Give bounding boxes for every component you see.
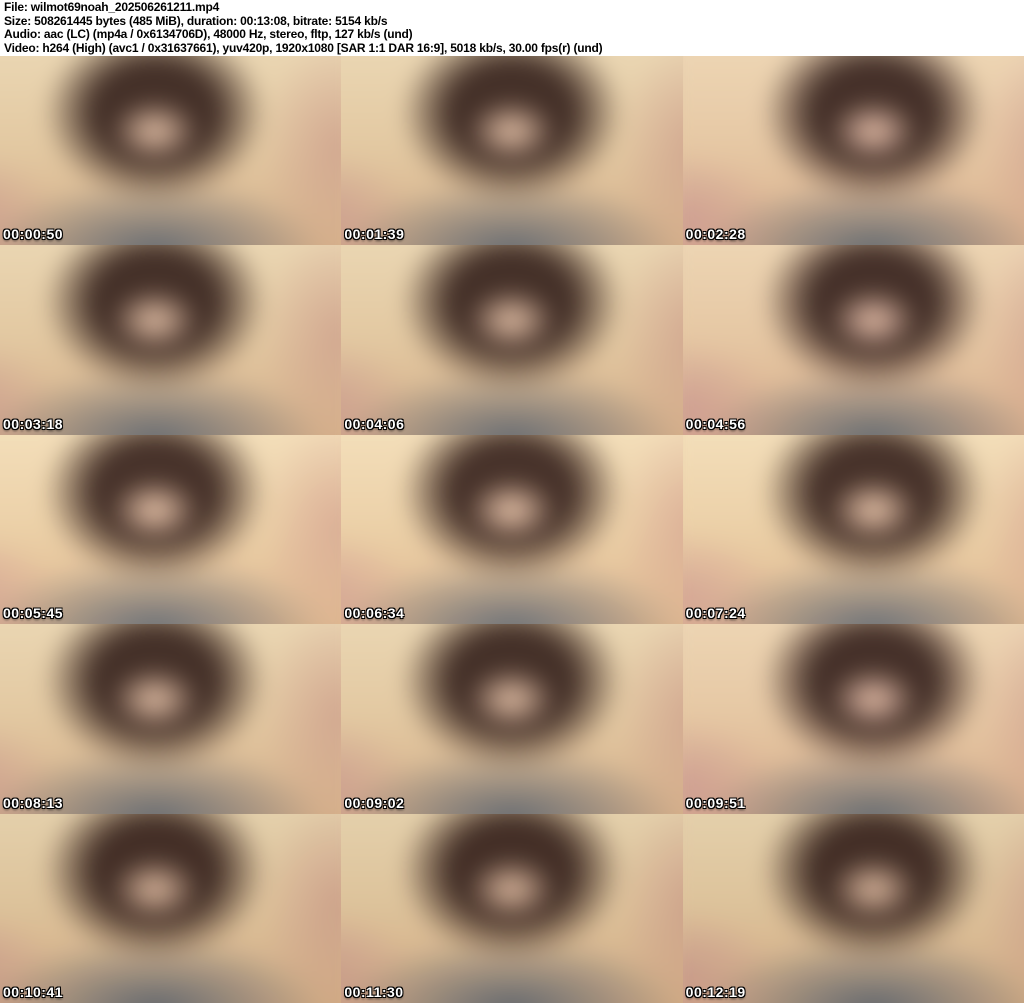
video-thumbnail: 00:11:30 bbox=[341, 813, 683, 1003]
audio-info-line: Audio: aac (LC) (mp4a / 0x6134706D), 480… bbox=[4, 27, 413, 41]
timestamp-overlay: 00:07:24 bbox=[685, 605, 746, 622]
timestamp-overlay: 00:04:06 bbox=[344, 415, 405, 432]
video-thumbnail: 00:04:06 bbox=[341, 245, 683, 435]
video-thumbnail: 00:09:02 bbox=[341, 624, 683, 814]
timestamp-overlay: 00:00:50 bbox=[3, 226, 64, 243]
video-thumbnail: 00:05:45 bbox=[0, 434, 342, 625]
file-size-line: Size: 508261445 bytes (485 MiB), duratio… bbox=[4, 13, 388, 28]
thumbnail-placeholder-image bbox=[0, 434, 342, 625]
timestamp-overlay: 00:09:02 bbox=[344, 794, 405, 811]
thumbnail-placeholder-image bbox=[341, 624, 683, 814]
thumbnail-placeholder-image bbox=[341, 245, 683, 435]
video-thumbnail: 00:06:34 bbox=[341, 434, 683, 625]
video-thumbnail: 00:04:56 bbox=[682, 245, 1024, 435]
timestamp-overlay: 00:12:19 bbox=[685, 983, 746, 1000]
thumbnail-placeholder-image bbox=[0, 56, 342, 246]
thumbnail-placeholder-image bbox=[341, 56, 683, 246]
video-thumbnail: 00:08:13 bbox=[0, 624, 342, 814]
video-thumbnail: 00:12:19 bbox=[682, 813, 1024, 1003]
timestamp-overlay: 00:02:28 bbox=[685, 226, 746, 243]
timestamp-overlay: 00:06:34 bbox=[344, 605, 405, 622]
timestamp-overlay: 00:08:13 bbox=[3, 794, 64, 811]
thumbnail-placeholder-image bbox=[682, 245, 1024, 435]
timestamp-overlay: 00:09:51 bbox=[685, 794, 746, 811]
video-thumbnail: 00:07:24 bbox=[682, 434, 1024, 625]
thumbnail-grid: 00:00:50 00:01:39 00:02:28 00:03:18 00:0… bbox=[0, 56, 1024, 1003]
video-info-line: Video: h264 (High) (avc1 / 0x31637661), … bbox=[4, 40, 603, 55]
timestamp-overlay: 00:01:39 bbox=[344, 226, 405, 243]
video-thumbnail: 00:10:41 bbox=[0, 813, 342, 1003]
file-name-line: File: wilmot69noah_202506261211.mp4 bbox=[4, 0, 220, 14]
thumbnail-placeholder-image bbox=[682, 56, 1024, 246]
media-info-header: File: wilmot69noah_202506261211.mp4 Size… bbox=[0, 0, 1024, 56]
video-thumbnail: 00:01:39 bbox=[341, 56, 683, 246]
video-thumbnail: 00:09:51 bbox=[682, 624, 1024, 814]
video-thumbnail: 00:00:50 bbox=[0, 56, 342, 246]
timestamp-overlay: 00:05:45 bbox=[3, 605, 64, 622]
timestamp-overlay: 00:10:41 bbox=[3, 983, 64, 1000]
thumbnail-placeholder-image bbox=[0, 245, 342, 435]
thumbnail-placeholder-image bbox=[682, 813, 1024, 1003]
thumbnail-placeholder-image bbox=[0, 624, 342, 814]
timestamp-overlay: 00:11:30 bbox=[344, 983, 404, 1000]
thumbnail-placeholder-image bbox=[682, 624, 1024, 814]
thumbnail-placeholder-image bbox=[0, 813, 342, 1003]
timestamp-overlay: 00:03:18 bbox=[3, 415, 64, 432]
timestamp-overlay: 00:04:56 bbox=[685, 415, 746, 432]
video-thumbnail: 00:02:28 bbox=[682, 56, 1024, 246]
thumbnail-placeholder-image bbox=[682, 434, 1024, 625]
thumbnail-placeholder-image bbox=[341, 813, 683, 1003]
thumbnail-placeholder-image bbox=[341, 434, 683, 625]
video-thumbnail: 00:03:18 bbox=[0, 245, 342, 435]
